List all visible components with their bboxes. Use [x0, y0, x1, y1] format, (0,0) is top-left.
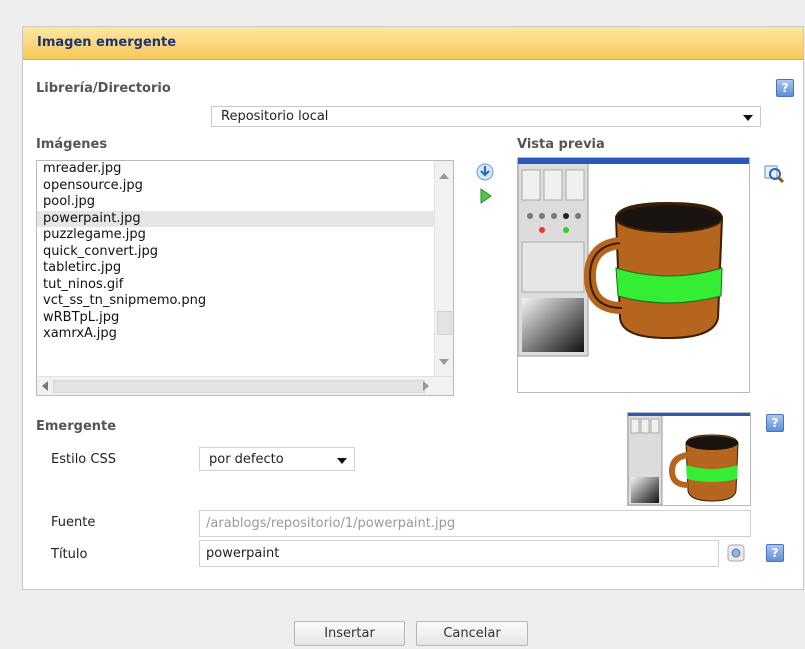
library-help-icon[interactable]: ? [776, 79, 794, 97]
emergente-help-icon[interactable]: ? [766, 414, 784, 432]
list-item[interactable]: tabletirc.jpg [37, 260, 435, 277]
download-icon[interactable] [476, 163, 494, 181]
library-select-value: Repositorio local [221, 109, 329, 124]
preview-label: Vista previa [517, 137, 605, 152]
list-item[interactable]: quick_convert.jpg [37, 244, 435, 261]
play-icon[interactable] [476, 187, 494, 205]
preview-pane [517, 157, 750, 393]
scroll-down-icon[interactable] [439, 359, 449, 365]
css-style-label: Estilo CSS [51, 452, 116, 467]
titulo-label: Título [51, 547, 88, 562]
scroll-left-icon[interactable] [42, 381, 48, 391]
dialog-titlebar: Imagen emergente [23, 27, 803, 60]
fuente-label: Fuente [51, 515, 96, 530]
cancel-button[interactable]: Cancelar [416, 621, 528, 646]
images-listbox[interactable]: mreader.jpg opensource.jpg pool.jpg powerpa… [36, 160, 454, 396]
insert-button[interactable]: Insertar [294, 621, 405, 646]
titulo-input[interactable]: powerpaint [199, 540, 719, 567]
list-item[interactable]: vct_ss_tn_snipmemo.png [37, 293, 435, 310]
images-list: mreader.jpg opensource.jpg pool.jpg powerpa… [37, 161, 435, 343]
library-select[interactable]: Repositorio local [211, 106, 761, 127]
list-item[interactable]: mreader.jpg [37, 161, 435, 178]
list-item[interactable]: pool.jpg [37, 194, 435, 211]
list-item[interactable]: puzzlegame.jpg [37, 227, 435, 244]
titulo-help-icon[interactable]: ? [766, 544, 784, 562]
list-horizontal-scrollbar[interactable] [37, 376, 453, 395]
thumbnail-preview [627, 412, 751, 506]
dialog: Imagen emergente Librería/Directorio ? R… [22, 26, 804, 590]
hscroll-thumb[interactable] [53, 380, 425, 393]
scroll-thumb[interactable] [437, 311, 452, 335]
list-item[interactable]: tut_ninos.gif [37, 277, 435, 294]
list-item[interactable]: opensource.jpg [37, 178, 435, 195]
zoom-icon[interactable] [764, 163, 785, 184]
dialog-title: Imagen emergente [37, 35, 177, 50]
chevron-down-icon [743, 115, 753, 121]
library-label: Librería/Directorio [36, 81, 171, 96]
preview-image [517, 157, 749, 357]
list-item[interactable]: wRBTpL.jpg [37, 310, 435, 327]
images-label: Imágenes [36, 137, 108, 152]
css-style-value: por defecto [209, 452, 284, 467]
scroll-right-icon[interactable] [423, 381, 429, 391]
title-generate-icon[interactable] [727, 544, 745, 562]
scroll-up-icon[interactable] [439, 173, 449, 179]
emergente-label: Emergente [36, 419, 117, 434]
fuente-input[interactable]: /arablogs/repositorio/1/powerpaint.jpg [199, 510, 751, 537]
list-vertical-scrollbar[interactable] [434, 161, 453, 377]
list-item[interactable]: powerpaint.jpg [37, 210, 435, 227]
chevron-down-icon [337, 458, 347, 464]
css-style-select[interactable]: por defecto [199, 447, 355, 471]
list-item[interactable]: xamrxA.jpg [37, 326, 435, 343]
